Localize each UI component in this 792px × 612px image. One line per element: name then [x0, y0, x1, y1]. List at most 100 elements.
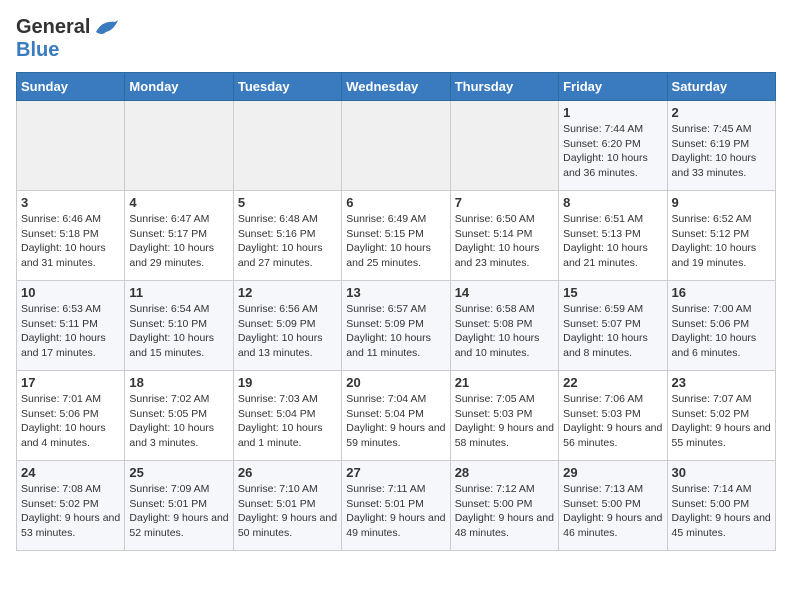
day-info: Sunrise: 7:12 AM Sunset: 5:00 PM Dayligh…: [455, 482, 554, 541]
calendar-day-cell: 15 Sunrise: 6:59 AM Sunset: 5:07 PM Dayli…: [559, 281, 667, 371]
day-number: 3: [21, 195, 120, 210]
day-info: Sunrise: 7:03 AM Sunset: 5:04 PM Dayligh…: [238, 392, 337, 451]
day-info: Sunrise: 6:51 AM Sunset: 5:13 PM Dayligh…: [563, 212, 662, 271]
day-header-monday: Monday: [125, 73, 233, 101]
logo-bird-icon: [92, 18, 120, 38]
day-info: Sunrise: 6:56 AM Sunset: 5:09 PM Dayligh…: [238, 302, 337, 361]
calendar-day-cell: [17, 101, 125, 191]
day-header-saturday: Saturday: [667, 73, 775, 101]
calendar-table: SundayMondayTuesdayWednesdayThursdayFrid…: [16, 72, 776, 551]
day-number: 1: [563, 105, 662, 120]
calendar-day-cell: 29 Sunrise: 7:13 AM Sunset: 5:00 PM Dayli…: [559, 461, 667, 551]
logo-text-general: General: [16, 16, 90, 39]
day-number: 26: [238, 465, 337, 480]
day-number: 9: [672, 195, 771, 210]
calendar-day-cell: 6 Sunrise: 6:49 AM Sunset: 5:15 PM Daylig…: [342, 191, 450, 281]
calendar-week-row: 10 Sunrise: 6:53 AM Sunset: 5:11 PM Dayli…: [17, 281, 776, 371]
day-number: 10: [21, 285, 120, 300]
calendar-day-cell: 2 Sunrise: 7:45 AM Sunset: 6:19 PM Daylig…: [667, 101, 775, 191]
calendar-day-cell: 7Sunrise: 6:50 AM Sunset: 5:14 PM Daylig…: [450, 191, 558, 281]
calendar-day-cell: 14 Sunrise: 6:58 AM Sunset: 5:08 PM Dayli…: [450, 281, 558, 371]
calendar-day-cell: 1 Sunrise: 7:44 AM Sunset: 6:20 PM Daylig…: [559, 101, 667, 191]
day-number: 4: [129, 195, 228, 210]
day-info: Sunrise: 7:08 AM Sunset: 5:02 PM Dayligh…: [21, 482, 120, 541]
day-info: Sunrise: 7:44 AM Sunset: 6:20 PM Dayligh…: [563, 122, 662, 181]
day-info: Sunrise: 7:05 AM Sunset: 5:03 PM Dayligh…: [455, 392, 554, 451]
calendar-day-cell: 13 Sunrise: 6:57 AM Sunset: 5:09 PM Dayli…: [342, 281, 450, 371]
calendar-day-cell: [233, 101, 341, 191]
day-number: 17: [21, 375, 120, 390]
day-number: 19: [238, 375, 337, 390]
day-info: Sunrise: 6:53 AM Sunset: 5:11 PM Dayligh…: [21, 302, 120, 361]
calendar-day-cell: 11Sunrise: 6:54 AM Sunset: 5:10 PM Dayli…: [125, 281, 233, 371]
day-info: Sunrise: 6:47 AM Sunset: 5:17 PM Dayligh…: [129, 212, 228, 271]
day-info: Sunrise: 7:00 AM Sunset: 5:06 PM Dayligh…: [672, 302, 771, 361]
calendar-week-row: 3Sunrise: 6:46 AM Sunset: 5:18 PM Daylig…: [17, 191, 776, 281]
day-info: Sunrise: 6:58 AM Sunset: 5:08 PM Dayligh…: [455, 302, 554, 361]
calendar-day-cell: 10 Sunrise: 6:53 AM Sunset: 5:11 PM Dayli…: [17, 281, 125, 371]
day-number: 18: [129, 375, 228, 390]
calendar-day-cell: 20Sunrise: 7:04 AM Sunset: 5:04 PM Dayli…: [342, 371, 450, 461]
day-info: Sunrise: 7:06 AM Sunset: 5:03 PM Dayligh…: [563, 392, 662, 451]
calendar-day-cell: 21 Sunrise: 7:05 AM Sunset: 5:03 PM Dayli…: [450, 371, 558, 461]
day-number: 28: [455, 465, 554, 480]
day-number: 14: [455, 285, 554, 300]
calendar-day-cell: 27 Sunrise: 7:11 AM Sunset: 5:01 PM Dayli…: [342, 461, 450, 551]
day-number: 16: [672, 285, 771, 300]
calendar-day-cell: 30Sunrise: 7:14 AM Sunset: 5:00 PM Dayli…: [667, 461, 775, 551]
calendar-day-cell: [125, 101, 233, 191]
day-number: 24: [21, 465, 120, 480]
logo-text-blue: Blue: [16, 39, 59, 61]
day-info: Sunrise: 6:59 AM Sunset: 5:07 PM Dayligh…: [563, 302, 662, 361]
day-number: 8: [563, 195, 662, 210]
calendar-day-cell: 23Sunrise: 7:07 AM Sunset: 5:02 PM Dayli…: [667, 371, 775, 461]
day-info: Sunrise: 7:11 AM Sunset: 5:01 PM Dayligh…: [346, 482, 445, 541]
calendar-day-cell: 9 Sunrise: 6:52 AM Sunset: 5:12 PM Daylig…: [667, 191, 775, 281]
calendar-day-cell: 18 Sunrise: 7:02 AM Sunset: 5:05 PM Dayli…: [125, 371, 233, 461]
day-info: Sunrise: 6:49 AM Sunset: 5:15 PM Dayligh…: [346, 212, 445, 271]
calendar-week-row: 1 Sunrise: 7:44 AM Sunset: 6:20 PM Daylig…: [17, 101, 776, 191]
calendar-day-cell: 3Sunrise: 6:46 AM Sunset: 5:18 PM Daylig…: [17, 191, 125, 281]
day-number: 2: [672, 105, 771, 120]
day-info: Sunrise: 6:52 AM Sunset: 5:12 PM Dayligh…: [672, 212, 771, 271]
day-info: Sunrise: 7:13 AM Sunset: 5:00 PM Dayligh…: [563, 482, 662, 541]
day-info: Sunrise: 7:45 AM Sunset: 6:19 PM Dayligh…: [672, 122, 771, 181]
calendar-day-cell: 5 Sunrise: 6:48 AM Sunset: 5:16 PM Daylig…: [233, 191, 341, 281]
day-number: 21: [455, 375, 554, 390]
day-header-wednesday: Wednesday: [342, 73, 450, 101]
day-info: Sunrise: 6:48 AM Sunset: 5:16 PM Dayligh…: [238, 212, 337, 271]
calendar-day-cell: 22Sunrise: 7:06 AM Sunset: 5:03 PM Dayli…: [559, 371, 667, 461]
day-info: Sunrise: 7:09 AM Sunset: 5:01 PM Dayligh…: [129, 482, 228, 541]
day-number: 12: [238, 285, 337, 300]
calendar-week-row: 17Sunrise: 7:01 AM Sunset: 5:06 PM Dayli…: [17, 371, 776, 461]
calendar-day-cell: 24 Sunrise: 7:08 AM Sunset: 5:02 PM Dayli…: [17, 461, 125, 551]
day-number: 27: [346, 465, 445, 480]
day-number: 5: [238, 195, 337, 210]
day-header-sunday: Sunday: [17, 73, 125, 101]
day-number: 25: [129, 465, 228, 480]
calendar-header: SundayMondayTuesdayWednesdayThursdayFrid…: [17, 73, 776, 101]
logo: General Blue: [16, 16, 120, 62]
calendar-day-cell: 25 Sunrise: 7:09 AM Sunset: 5:01 PM Dayli…: [125, 461, 233, 551]
day-info: Sunrise: 6:50 AM Sunset: 5:14 PM Dayligh…: [455, 212, 554, 271]
day-info: Sunrise: 7:14 AM Sunset: 5:00 PM Dayligh…: [672, 482, 771, 541]
day-number: 13: [346, 285, 445, 300]
day-number: 29: [563, 465, 662, 480]
day-number: 6: [346, 195, 445, 210]
day-info: Sunrise: 7:07 AM Sunset: 5:02 PM Dayligh…: [672, 392, 771, 451]
day-info: Sunrise: 7:02 AM Sunset: 5:05 PM Dayligh…: [129, 392, 228, 451]
calendar-day-cell: 4 Sunrise: 6:47 AM Sunset: 5:17 PM Daylig…: [125, 191, 233, 281]
page-header: General Blue: [16, 16, 776, 62]
calendar-day-cell: [450, 101, 558, 191]
day-info: Sunrise: 6:57 AM Sunset: 5:09 PM Dayligh…: [346, 302, 445, 361]
calendar-day-cell: 28 Sunrise: 7:12 AM Sunset: 5:00 PM Dayli…: [450, 461, 558, 551]
day-number: 15: [563, 285, 662, 300]
day-number: 20: [346, 375, 445, 390]
day-info: Sunrise: 6:54 AM Sunset: 5:10 PM Dayligh…: [129, 302, 228, 361]
day-header-tuesday: Tuesday: [233, 73, 341, 101]
calendar-week-row: 24 Sunrise: 7:08 AM Sunset: 5:02 PM Dayli…: [17, 461, 776, 551]
calendar-day-cell: 17Sunrise: 7:01 AM Sunset: 5:06 PM Dayli…: [17, 371, 125, 461]
calendar-day-cell: [342, 101, 450, 191]
day-header-friday: Friday: [559, 73, 667, 101]
day-info: Sunrise: 7:10 AM Sunset: 5:01 PM Dayligh…: [238, 482, 337, 541]
